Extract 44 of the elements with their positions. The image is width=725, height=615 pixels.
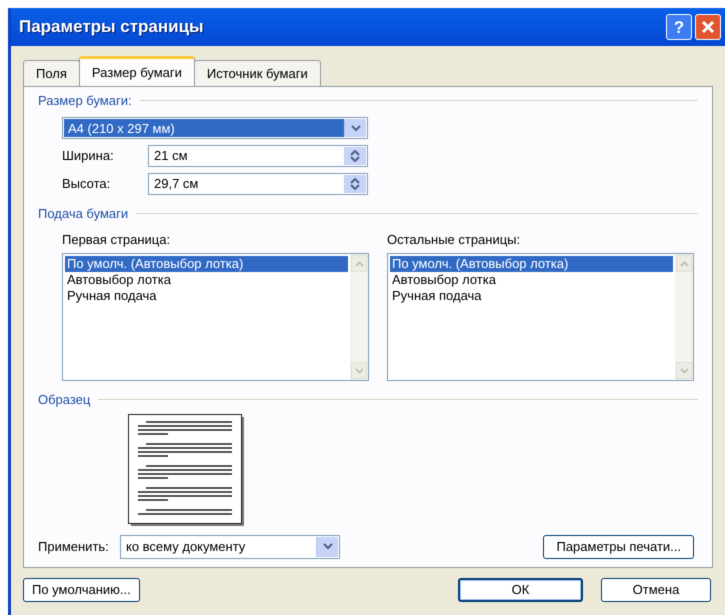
group-heading: Образец xyxy=(38,391,90,410)
dropdown-button[interactable] xyxy=(316,536,338,557)
list-item[interactable]: По умолч. (Автовыбор лотка) xyxy=(65,256,348,272)
list-item[interactable]: Автовыбор лотка xyxy=(390,272,673,288)
list-label: Первая страница: xyxy=(62,230,172,249)
scrollbar[interactable] xyxy=(675,254,693,380)
close-icon xyxy=(701,20,715,34)
paper-size-dropdown[interactable]: A4 (210 x 297 мм) xyxy=(62,117,368,140)
dialog-button[interactable]: ОК xyxy=(458,578,583,602)
dimension-field[interactable]: 21 см xyxy=(148,145,368,168)
dropdown-button[interactable] xyxy=(344,119,366,138)
list-item[interactable]: Ручная подача xyxy=(65,288,348,304)
tab[interactable]: Источник бумаги xyxy=(194,60,321,86)
paper-size-value: A4 (210 x 297 мм) xyxy=(64,119,344,138)
dialog-button[interactable]: По умолчанию... xyxy=(23,578,140,602)
chevron-down-icon xyxy=(322,543,332,550)
group-heading: Размер бумаги: xyxy=(38,92,132,110)
up-down-arrows-icon xyxy=(350,150,360,162)
spin-button[interactable] xyxy=(344,147,366,166)
field-label: Ширина: xyxy=(62,147,115,166)
tab[interactable]: Размер бумаги xyxy=(78,56,195,86)
chevron-down-icon xyxy=(350,124,360,132)
close-button[interactable] xyxy=(695,14,721,40)
list-item[interactable]: Ручная подача xyxy=(390,288,673,304)
list-label: Остальные страницы: xyxy=(387,230,522,249)
scrollbar[interactable] xyxy=(350,254,368,380)
up-down-arrows-icon xyxy=(350,178,360,190)
help-button[interactable]: ? xyxy=(666,14,692,40)
scroll-down-icon[interactable] xyxy=(354,368,364,374)
dialog-button[interactable]: Отмена xyxy=(601,578,711,602)
tab[interactable]: Поля xyxy=(23,60,80,86)
field-label: Высота: xyxy=(62,175,112,194)
group-heading: Подача бумаги xyxy=(38,204,128,223)
dimension-field[interactable]: 29,7 см xyxy=(148,173,368,196)
spin-button[interactable] xyxy=(344,175,366,194)
scroll-down-icon[interactable] xyxy=(680,368,688,374)
print-options-button[interactable]: Параметры печати... xyxy=(543,534,694,559)
scroll-up-icon[interactable] xyxy=(354,260,364,267)
apply-dropdown[interactable]: ко всему документу xyxy=(120,534,340,559)
list-item[interactable]: По умолч. (Автовыбор лотка) xyxy=(390,256,673,272)
scroll-up-icon[interactable] xyxy=(680,260,688,267)
list-item[interactable]: Автовыбор лотка xyxy=(65,272,348,288)
window-title: Параметры страницы xyxy=(19,16,204,38)
apply-label: Применить: xyxy=(38,538,110,556)
